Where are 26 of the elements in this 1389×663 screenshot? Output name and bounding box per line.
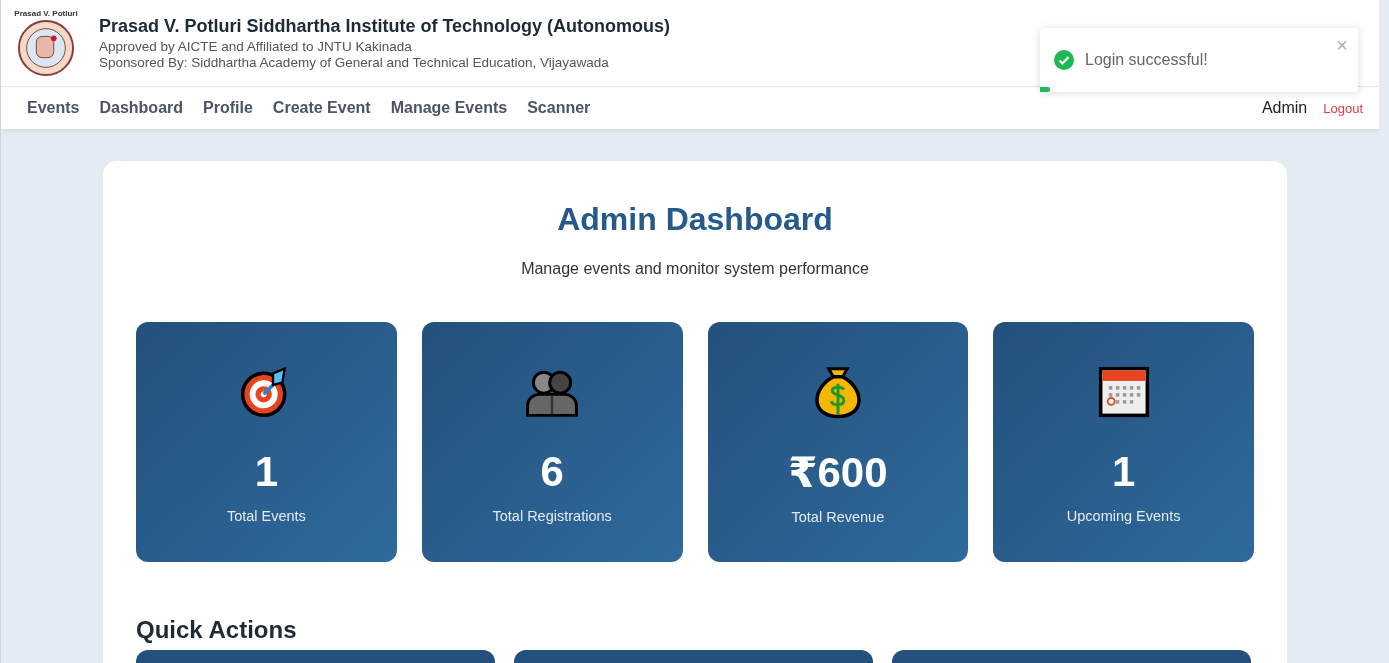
- nav-link[interactable]: Create Event: [272, 99, 371, 117]
- nav-link[interactable]: Dashboard: [99, 99, 184, 117]
- stat-value: 1: [254, 448, 279, 496]
- institute-subtitle: Approved by AICTE and Affiliated to JNTU Kakinada: [99, 38, 413, 55]
- stat-value: 1: [1111, 448, 1136, 496]
- logout-link[interactable]: Logout: [1323, 100, 1363, 116]
- nav-link[interactable]: Manage Events: [390, 99, 508, 117]
- user-name: Admin: [1261, 99, 1308, 117]
- institute-title: Prasad V. Potluri Siddhartha Institute of Technology (Autonomous): [99, 15, 671, 37]
- stat-label: Total Revenue: [791, 509, 885, 525]
- quick-actions-heading: Quick Actions: [136, 616, 298, 644]
- nav-link[interactable]: Scanner: [527, 99, 591, 117]
- dashboard-title: Admin Dashboard: [556, 201, 834, 238]
- stat-value: 6: [540, 448, 564, 496]
- sponsor-text: Sponsored By: Siddhartha Academy of General and Technical Education, Vijayawada: [99, 54, 610, 71]
- college-logo: [17, 19, 75, 77]
- toast-message: Login successful!: [1085, 51, 1208, 69]
- stat-label: Total Events: [226, 508, 306, 524]
- stat-label: Upcoming Events: [1066, 508, 1181, 524]
- dashboard-subtitle: Manage events and monitor system performance: [520, 260, 870, 278]
- stat-value: ₹600: [788, 448, 888, 497]
- check-circle-icon: [1054, 50, 1074, 70]
- nav-link[interactable]: Events: [27, 99, 80, 117]
- nav-link[interactable]: Profile: [203, 99, 253, 117]
- logo-caption: Prasad V. Potluri: [14, 9, 78, 19]
- stat-label: Total Registrations: [492, 508, 612, 524]
